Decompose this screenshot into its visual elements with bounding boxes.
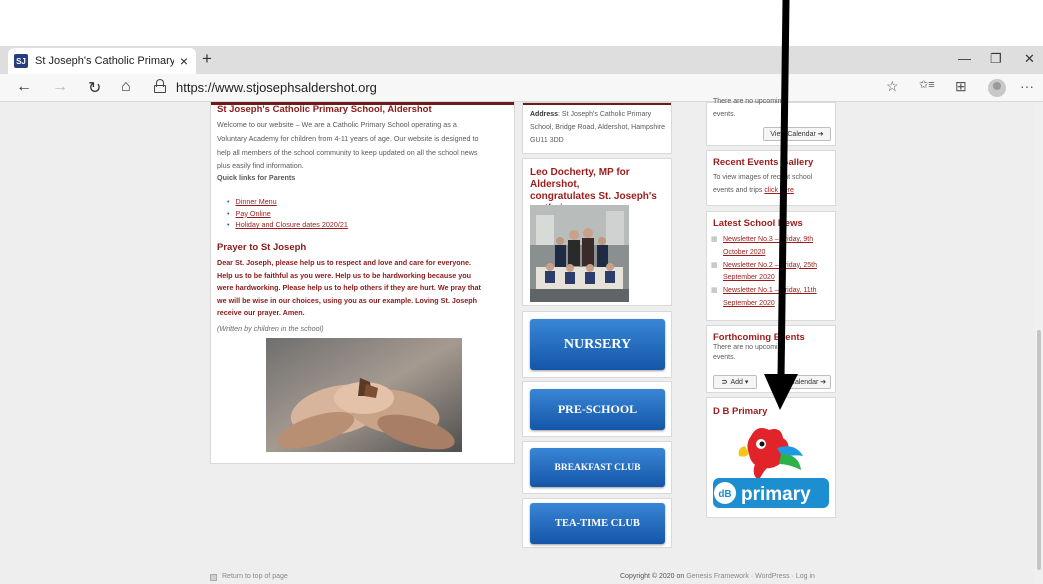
annotation-arrow-overlay — [764, 0, 798, 410]
screen: SJ St Joseph's Catholic Primary Aca × + … — [0, 0, 1043, 584]
annotation-arrow-head — [764, 374, 798, 410]
annotation-arrow-line — [777, 0, 790, 379]
